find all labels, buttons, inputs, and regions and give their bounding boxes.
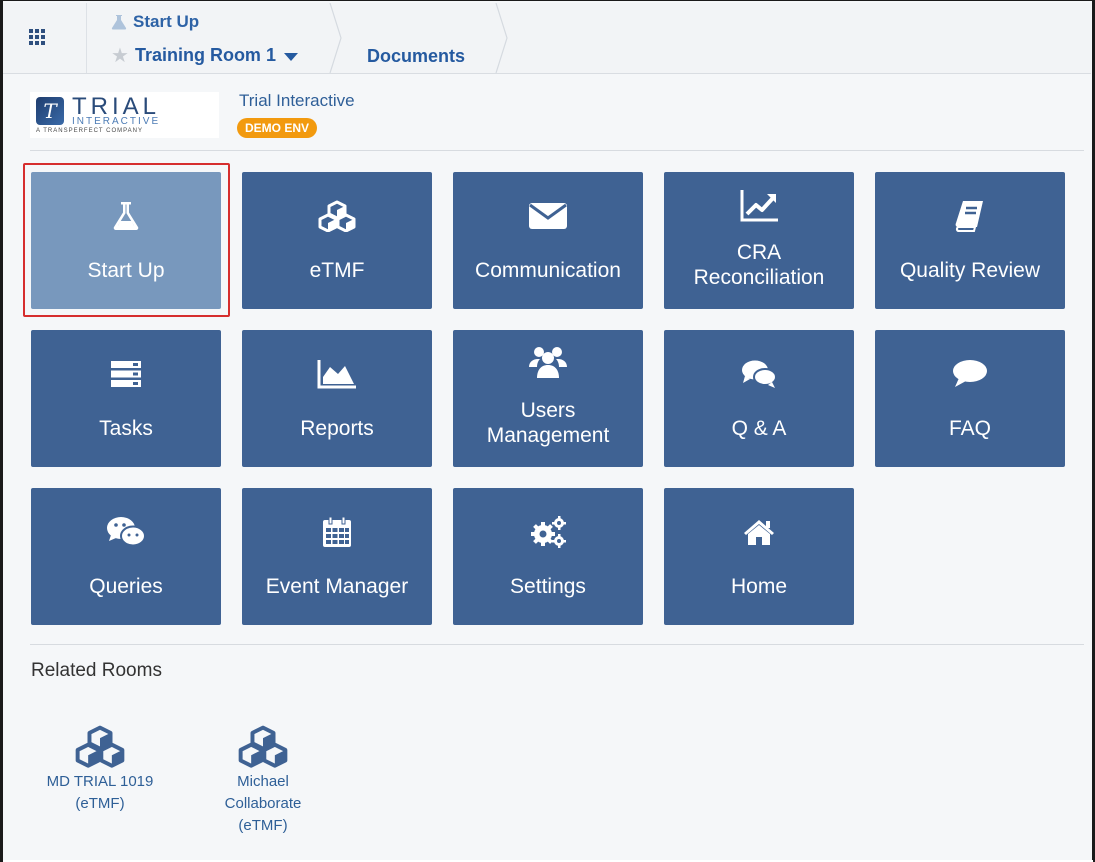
tile-label: FAQ (948, 417, 991, 440)
book-icon (955, 201, 983, 232)
tile-label-line1: CRA (736, 241, 782, 264)
gears-icon (531, 516, 566, 548)
tile-label: Users Management (453, 398, 643, 448)
tile-communication[interactable]: Communication (453, 172, 643, 309)
cubes-icon (75, 725, 125, 768)
tile-label: Communication (475, 259, 621, 282)
cubes-icon (238, 725, 288, 768)
related-rooms-title: Related Rooms (31, 660, 162, 681)
star-icon[interactable]: ★ (111, 46, 129, 66)
tile-reports[interactable]: Reports (242, 330, 432, 467)
trial-interactive-logo: T TRIAL INTERACTIVE A TRANSPERFECT COMPA… (30, 92, 219, 138)
tile-label: Reports (300, 417, 374, 440)
users-icon (529, 347, 567, 378)
tile-label: Tasks (99, 417, 153, 440)
logo-emblem: T (36, 97, 64, 125)
breadcrumb-module-label: Start Up (133, 12, 200, 31)
tile-quality-review[interactable]: Quality Review (875, 172, 1065, 309)
home-icon (744, 520, 774, 545)
related-room-label-line2: Collaborate (224, 795, 302, 812)
breadcrumb-separator (495, 3, 508, 73)
tile-label: Q & A (731, 417, 787, 440)
related-room-label-line1: Michael (237, 773, 289, 790)
app-grid-icon[interactable] (29, 29, 47, 45)
tile-label: Quality Review (899, 259, 1041, 282)
tile-label: Queries (89, 575, 163, 598)
area-chart-icon (317, 360, 356, 389)
breadcrumb-documents[interactable]: Documents (367, 46, 465, 67)
envelope-icon (529, 203, 567, 229)
room-selector-label: Training Room 1 (134, 45, 276, 65)
tile-tasks[interactable]: Tasks (31, 330, 221, 467)
logo-line2: INTERACTIVE (72, 116, 161, 127)
related-room-michael-collaborate[interactable]: Michael Collaborate (eTMF) (204, 718, 322, 837)
nav-divider (86, 3, 87, 73)
selection-highlight (23, 163, 230, 317)
tile-faq[interactable]: FAQ (875, 330, 1065, 467)
server-icon (111, 361, 141, 387)
tile-label: Home (730, 575, 788, 598)
tile-home[interactable]: Home (664, 488, 854, 625)
app-name: Trial Interactive (239, 91, 355, 110)
calendar-icon (323, 516, 351, 547)
related-room-label-line1: MD TRIAL 1019 (46, 773, 154, 790)
breadcrumb-module[interactable]: Start Up (111, 12, 199, 32)
tile-label-line2: Reconciliation (693, 266, 825, 289)
wechat-icon (107, 517, 146, 547)
tile-settings[interactable]: Settings (453, 488, 643, 625)
tile-queries[interactable]: Queries (31, 488, 221, 625)
tile-q-and-a[interactable]: Q & A (664, 330, 854, 467)
comments-icon (742, 360, 777, 388)
frame-border-left (0, 0, 3, 862)
tile-event-manager[interactable]: Event Manager (242, 488, 432, 625)
environment-badge: DEMO ENV (237, 118, 318, 138)
flask-icon (111, 15, 127, 30)
divider (30, 644, 1084, 645)
tile-label-line1: Users (520, 399, 576, 422)
logo-line3: A TRANSPERFECT COMPANY (36, 128, 144, 134)
cubes-icon (318, 200, 356, 232)
caret-down-icon (283, 53, 298, 61)
tile-label-line2: Management (486, 424, 610, 447)
line-chart-icon (740, 190, 778, 222)
room-selector[interactable]: ★ Training Room 1 (111, 45, 298, 66)
related-room-md-trial-1019[interactable]: MD TRIAL 1019 (eTMF) (36, 718, 164, 815)
tile-label: CRA Reconciliation (664, 240, 854, 290)
related-room-label-line3: (eTMF) (238, 817, 288, 834)
tile-label: eTMF (309, 259, 365, 282)
tile-cra-reconciliation[interactable]: CRA Reconciliation (664, 172, 854, 309)
breadcrumb-separator (329, 3, 342, 73)
tile-label: Settings (510, 575, 586, 598)
top-navigation: Start Up ★ Training Room 1 Documents (3, 3, 1091, 74)
tile-users-management[interactable]: Users Management (453, 330, 643, 467)
tile-etmf[interactable]: eTMF (242, 172, 432, 309)
related-room-label-line2: (eTMF) (75, 795, 125, 812)
comment-icon (953, 360, 987, 387)
divider (30, 150, 1084, 151)
tile-label: Event Manager (265, 575, 409, 598)
